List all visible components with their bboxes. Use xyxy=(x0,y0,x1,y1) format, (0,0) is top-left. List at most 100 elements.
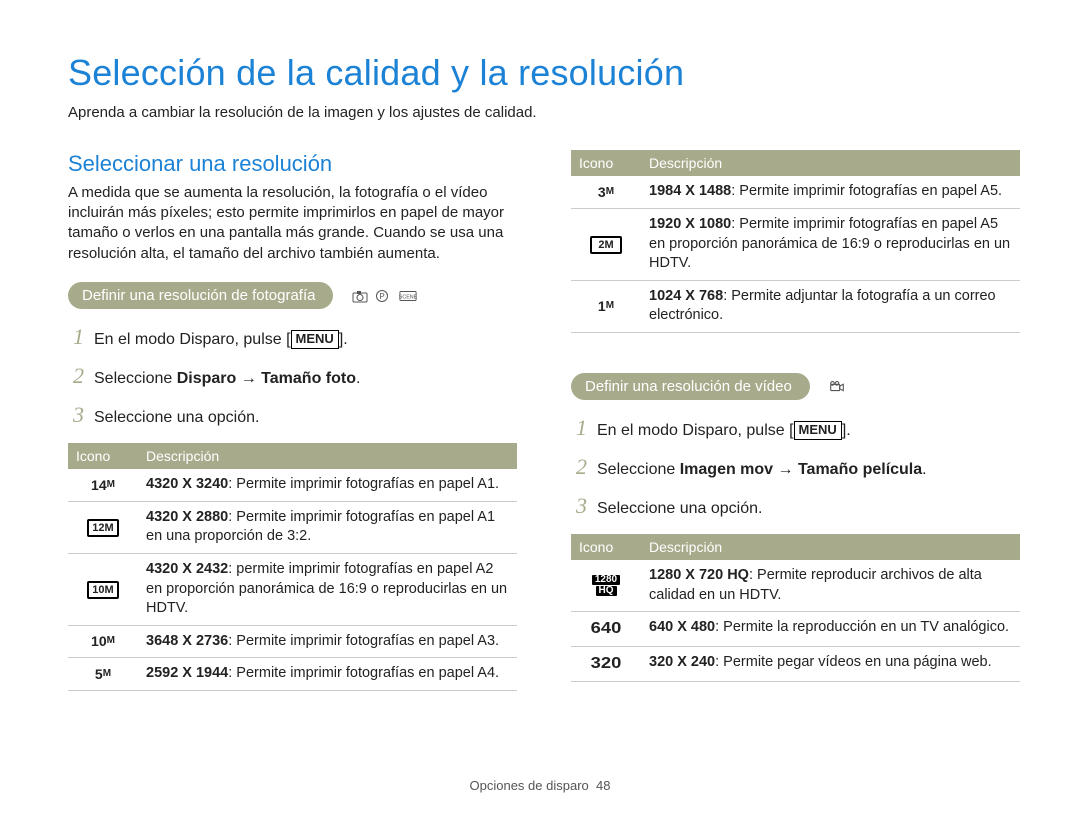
resolution-description: 4320 X 3240: Permite imprimir fotografía… xyxy=(138,469,517,501)
table-row: 320320 X 240: Permite pegar vídeos en un… xyxy=(571,647,1020,682)
footer-section: Opciones de disparo xyxy=(470,778,589,793)
table-row: 2M1920 X 1080: Permite imprimir fotograf… xyxy=(571,209,1020,281)
resolution-icon: 3M xyxy=(571,176,641,208)
mode-icons xyxy=(828,380,846,394)
resolution-icon: 10M xyxy=(68,625,138,658)
columns: Seleccionar una resolución A medida que … xyxy=(68,150,1020,691)
step-3: 3 Seleccione una opción. xyxy=(68,401,517,430)
step-number: 1 xyxy=(68,323,84,352)
footer-page-number: 48 xyxy=(596,778,610,793)
smart-auto-icon xyxy=(351,289,369,303)
resolution-description: 320 X 240: Permite pegar vídeos en una p… xyxy=(641,647,1020,682)
video-resolution-table: Icono Descripción 1280HQ1280 X 720 HQ: P… xyxy=(571,534,1020,682)
step-number: 3 xyxy=(68,401,84,430)
section-heading: Seleccionar una resolución xyxy=(68,150,517,179)
resolution-description: 4320 X 2432: permite imprimir fotografía… xyxy=(138,554,517,626)
mode-icons: P SCENE xyxy=(351,289,417,303)
resolution-description: 640 X 480: Permite la reproducción en un… xyxy=(641,612,1020,647)
step-text-pre: Seleccione xyxy=(597,461,680,478)
svg-text:SCENE: SCENE xyxy=(399,294,417,300)
step-text-post: ]. xyxy=(339,331,348,348)
subsection-pill-video: Definir una resolución de vídeo xyxy=(571,373,810,401)
step-text-pre: Seleccione xyxy=(94,370,177,387)
table-row: 3M1984 X 1488: Permite imprimir fotograf… xyxy=(571,176,1020,208)
page-lead: Aprenda a cambiar la resolución de la im… xyxy=(68,103,1020,123)
step-text: En el modo Disparo, pulse [MENU]. xyxy=(94,330,517,351)
resolution-icon: 320 xyxy=(566,647,647,682)
resolution-description: 1984 X 1488: Permite imprimir fotografía… xyxy=(641,176,1020,208)
page-title: Selección de la calidad y la resolución xyxy=(68,50,1020,97)
left-column: Seleccionar una resolución A medida que … xyxy=(68,150,517,691)
table-row: 10M3648 X 2736: Permite imprimir fotogra… xyxy=(68,625,517,658)
table-row: 5M2592 X 1944: Permite imprimir fotograf… xyxy=(68,658,517,691)
th-desc: Descripción xyxy=(641,150,1020,176)
th-desc: Descripción xyxy=(138,443,517,469)
th-icon: Icono xyxy=(68,443,138,469)
step-number: 3 xyxy=(571,492,587,521)
th-icon: Icono xyxy=(571,150,641,176)
step-text-post: . xyxy=(356,370,360,387)
table-row: 640640 X 480: Permite la reproducción en… xyxy=(571,612,1020,647)
menu-key: MENU xyxy=(794,421,842,440)
step-text-bold: Disparo → Tamaño foto xyxy=(177,370,356,387)
resolution-description: 2592 X 1944: Permite imprimir fotografía… xyxy=(138,658,517,691)
step-text-pre: En el modo Disparo, pulse [ xyxy=(597,422,794,439)
resolution-icon: 14M xyxy=(68,469,138,501)
subsection-pill-photo: Definir una resolución de fotografía xyxy=(68,282,333,310)
subsection-header-row-video: Definir una resolución de vídeo xyxy=(571,373,1020,401)
photo-tbody-left: 14M4320 X 3240: Permite imprimir fotogra… xyxy=(68,469,517,690)
step-3: 3 Seleccione una opción. xyxy=(571,492,1020,521)
menu-key: MENU xyxy=(291,330,339,349)
scene-icon: SCENE xyxy=(399,289,417,303)
resolution-icon: 2M xyxy=(571,209,641,281)
resolution-icon: 640 xyxy=(566,612,647,647)
resolution-icon: 12M xyxy=(68,501,138,553)
step-text: En el modo Disparo, pulse [MENU]. xyxy=(597,421,1020,442)
table-row: 1280HQ1280 X 720 HQ: Permite reproducir … xyxy=(571,560,1020,612)
svg-text:P: P xyxy=(380,292,385,301)
resolution-description: 1920 X 1080: Permite imprimir fotografía… xyxy=(641,209,1020,281)
video-tbody: 1280HQ1280 X 720 HQ: Permite reproducir … xyxy=(571,560,1020,681)
program-icon: P xyxy=(375,289,393,303)
th-icon: Icono xyxy=(571,534,641,560)
step-text: Seleccione Disparo → Tamaño foto. xyxy=(94,369,517,390)
resolution-icon: 10M xyxy=(68,554,138,626)
page-footer: Opciones de disparo 48 xyxy=(0,778,1080,795)
step-text-bold: Imagen mov → Tamaño película xyxy=(680,461,922,478)
step-1: 1 En el modo Disparo, pulse [MENU]. xyxy=(571,414,1020,443)
step-number: 2 xyxy=(68,362,84,391)
step-text: Seleccione Imagen mov → Tamaño película. xyxy=(597,460,1020,481)
step-text-pre: En el modo Disparo, pulse [ xyxy=(94,331,291,348)
section-paragraph: A medida que se aumenta la resolución, l… xyxy=(68,183,517,264)
resolution-description: 3648 X 2736: Permite imprimir fotografía… xyxy=(138,625,517,658)
th-desc: Descripción xyxy=(641,534,1020,560)
resolution-icon: 1280HQ xyxy=(571,560,641,612)
table-row: 10M4320 X 2432: permite imprimir fotogra… xyxy=(68,554,517,626)
resolution-description: 1024 X 768: Permite adjuntar la fotograf… xyxy=(641,280,1020,332)
manual-page: Selección de la calidad y la resolución … xyxy=(0,0,1080,815)
step-text: Seleccione una opción. xyxy=(94,408,517,429)
steps-photo: 1 En el modo Disparo, pulse [MENU]. 2 Se… xyxy=(68,323,517,429)
resolution-icon: 5M xyxy=(68,658,138,691)
subsection-header-row: Definir una resolución de fotografía P S… xyxy=(68,282,517,310)
resolution-icon: 1M xyxy=(571,280,641,332)
step-2: 2 Seleccione Imagen mov → Tamaño películ… xyxy=(571,453,1020,482)
resolution-description: 4320 X 2880: Permite imprimir fotografía… xyxy=(138,501,517,553)
step-text-post: . xyxy=(922,461,926,478)
right-column: Icono Descripción 3M1984 X 1488: Permite… xyxy=(571,150,1020,691)
photo-resolution-table-cont: Icono Descripción 3M1984 X 1488: Permite… xyxy=(571,150,1020,333)
step-2: 2 Seleccione Disparo → Tamaño foto. xyxy=(68,362,517,391)
movie-icon xyxy=(828,380,846,394)
step-text: Seleccione una opción. xyxy=(597,499,1020,520)
step-number: 2 xyxy=(571,453,587,482)
step-number: 1 xyxy=(571,414,587,443)
spacer xyxy=(571,333,1020,367)
table-row: 12M4320 X 2880: Permite imprimir fotogra… xyxy=(68,501,517,553)
resolution-description: 1280 X 720 HQ: Permite reproducir archiv… xyxy=(641,560,1020,612)
photo-tbody-right: 3M1984 X 1488: Permite imprimir fotograf… xyxy=(571,176,1020,332)
table-row: 14M4320 X 3240: Permite imprimir fotogra… xyxy=(68,469,517,501)
steps-video: 1 En el modo Disparo, pulse [MENU]. 2 Se… xyxy=(571,414,1020,520)
step-text-post: ]. xyxy=(842,422,851,439)
photo-resolution-table: Icono Descripción 14M4320 X 3240: Permit… xyxy=(68,443,517,691)
step-1: 1 En el modo Disparo, pulse [MENU]. xyxy=(68,323,517,352)
